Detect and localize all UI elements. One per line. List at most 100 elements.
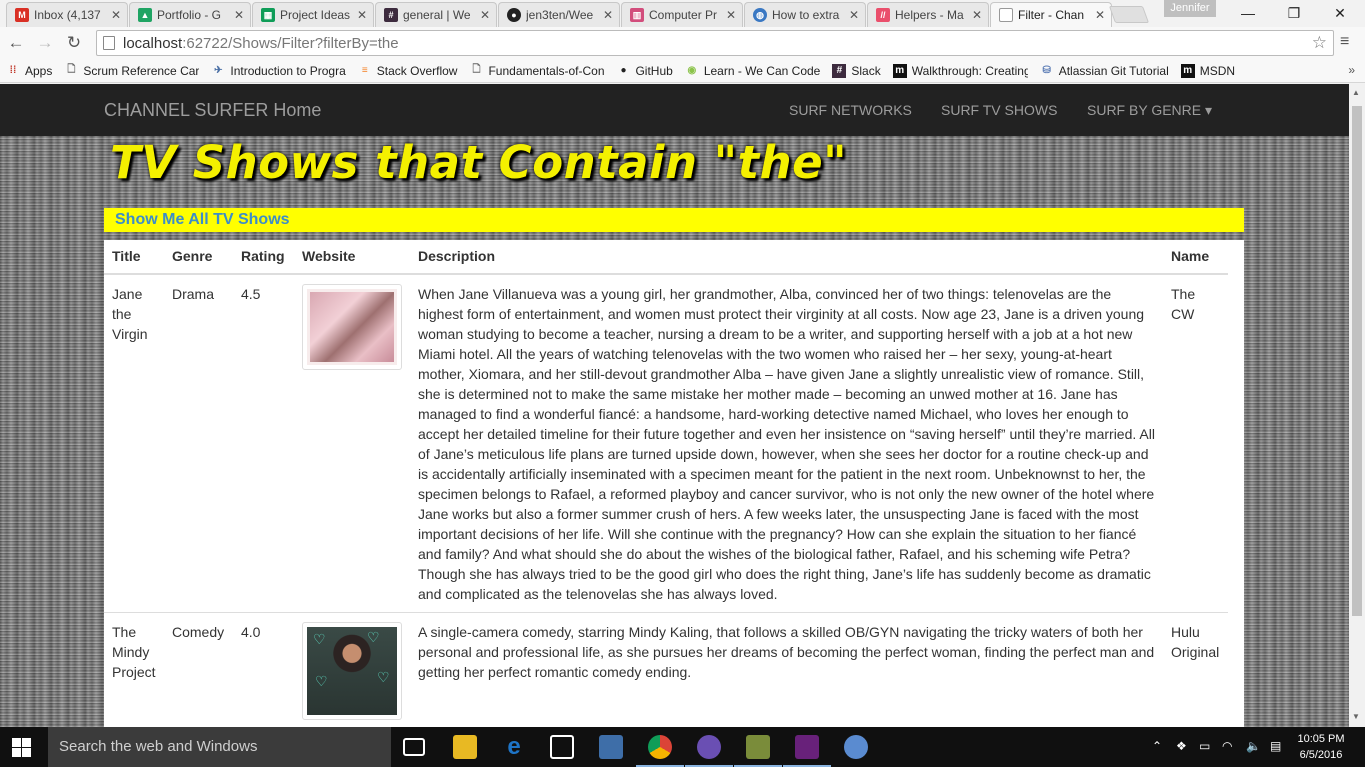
- page-title: TV Shows that Contain "the": [110, 136, 848, 189]
- table-row: The Mindy Project Comedy 4.0 ♡ ♡ ♡ ♡ A s…: [104, 612, 1228, 727]
- forward-button[interactable]: →: [34, 32, 56, 54]
- page-icon: 🗋: [67, 64, 76, 75]
- dropbox-icon[interactable]: ❖: [1176, 739, 1187, 753]
- notifications-icon[interactable]: ▤: [1270, 739, 1281, 753]
- plane-icon: ✈: [214, 65, 223, 76]
- visual-studio-icon[interactable]: [783, 735, 831, 767]
- close-icon[interactable]: ✕: [724, 8, 738, 22]
- chevron-up-icon[interactable]: ⌃: [1152, 739, 1162, 753]
- show-website-image[interactable]: ♡ ♡ ♡ ♡: [302, 622, 402, 720]
- bookmark-github[interactable]: ● GitHub: [616, 64, 672, 78]
- table-row: Jane the Virgin Drama 4.5 When Jane Vill…: [104, 274, 1228, 613]
- browser-tab[interactable]: M Inbox (4,137 ✕: [6, 2, 128, 27]
- jane-the-virgin-poster: [307, 289, 397, 365]
- nav-surf-by-genre-dropdown[interactable]: SURF BY GENRE ▾: [1087, 102, 1212, 119]
- profile-button[interactable]: Jennifer: [1164, 0, 1216, 17]
- page-scrollbar[interactable]: ▲ ▼: [1349, 84, 1365, 727]
- heart-icon: ♡: [377, 669, 390, 685]
- taskbar-search-input[interactable]: Search the web and Windows: [48, 727, 391, 767]
- browser-tab[interactable]: ▥ Computer Pr ✕: [621, 2, 743, 27]
- network-app-icon[interactable]: [599, 735, 623, 759]
- browser-tab[interactable]: ● jen3ten/Wee ✕: [498, 2, 620, 27]
- close-icon[interactable]: ✕: [109, 8, 123, 22]
- close-icon[interactable]: ✕: [355, 8, 369, 22]
- close-icon[interactable]: ✕: [847, 8, 861, 22]
- paint-icon[interactable]: [844, 735, 868, 759]
- bookmark-atlassian[interactable]: ⛁ Atlassian Git Tutorial: [1040, 64, 1168, 78]
- browser-menu-icon[interactable]: ≡: [1340, 33, 1349, 51]
- file-explorer-icon[interactable]: [453, 735, 477, 759]
- volume-icon[interactable]: 🔈: [1246, 739, 1261, 753]
- restore-button[interactable]: ❐: [1271, 0, 1317, 26]
- cell-rating: 4.0: [233, 612, 294, 727]
- app-purple-icon[interactable]: [685, 735, 733, 767]
- minimize-button[interactable]: —: [1225, 0, 1271, 26]
- reload-button[interactable]: ↻: [63, 32, 85, 54]
- header-name: Name: [1163, 240, 1228, 275]
- edge-icon[interactable]: e: [502, 733, 526, 760]
- browser-tab[interactable]: ▲ Portfolio - G ✕: [129, 2, 251, 27]
- bookmark-label: Stack Overflow: [376, 63, 458, 78]
- msdn-icon: m: [892, 63, 907, 78]
- tab-title: Inbox (4,137: [34, 8, 101, 22]
- bookmark-stackoverflow[interactable]: ≡ Stack Overflow: [358, 64, 458, 78]
- show-website-image[interactable]: [302, 284, 402, 370]
- bookmark-wecancode[interactable]: ◉ Learn - We Can Code: [685, 64, 820, 78]
- browser-tab[interactable]: # general | We ✕: [375, 2, 497, 27]
- windows-start-icon[interactable]: [12, 738, 31, 757]
- close-icon[interactable]: ✕: [970, 8, 984, 22]
- bookmark-slack[interactable]: # Slack: [832, 63, 881, 78]
- tab-title: jen3ten/Wee: [526, 8, 594, 22]
- cell-description: When Jane Villanueva was a young girl, h…: [410, 274, 1163, 613]
- bookmark-apps[interactable]: ⁞⁞ Apps: [6, 64, 53, 78]
- apps-grid-icon: ⁞⁞: [9, 65, 17, 76]
- heart-icon: ♡: [315, 673, 328, 689]
- tools-icon[interactable]: [734, 735, 782, 767]
- bookmarks-overflow-icon[interactable]: »: [1348, 63, 1355, 77]
- close-window-button[interactable]: ✕: [1317, 0, 1363, 26]
- tab-title: Filter - Chan: [1018, 8, 1085, 22]
- new-tab-button[interactable]: [1108, 6, 1150, 23]
- site-navbar: CHANNEL SURFER Home SURF NETWORKS SURF T…: [0, 84, 1349, 136]
- page-icon: 🗋: [472, 64, 481, 75]
- show-all-tv-shows-link[interactable]: Show Me All TV Shows: [115, 211, 290, 229]
- header-website: Website: [294, 240, 410, 275]
- bookmark-fundamentals[interactable]: 🗋 Fundamentals-of-Con: [469, 64, 604, 78]
- address-bar[interactable]: localhost:62722/Shows/Filter?filterBy=th…: [96, 30, 1334, 56]
- battery-icon[interactable]: ▭: [1199, 739, 1210, 753]
- bookmark-star-icon[interactable]: ☆: [1312, 33, 1327, 53]
- browser-tab[interactable]: ◍ How to extra ✕: [744, 2, 866, 27]
- bookmark-walkthrough[interactable]: m Walkthrough: Creating: [892, 63, 1028, 78]
- bookmark-msdn[interactable]: m MSDN: [1180, 63, 1235, 78]
- bookmark-intro-programming[interactable]: ✈ Introduction to Progra: [211, 63, 346, 78]
- bookmark-scrum[interactable]: 🗋 Scrum Reference Card: [64, 64, 199, 78]
- store-icon[interactable]: [550, 735, 574, 759]
- scrollbar-thumb[interactable]: [1352, 106, 1362, 616]
- chrome-icon[interactable]: [636, 735, 684, 767]
- tab-title: How to extra: [772, 8, 840, 22]
- cell-network: The CW: [1163, 274, 1228, 613]
- close-icon[interactable]: ✕: [1093, 8, 1107, 22]
- scroll-up-icon[interactable]: ▲: [1352, 88, 1360, 97]
- browser-tab[interactable]: // Helpers - Ma ✕: [867, 2, 989, 27]
- scroll-down-icon[interactable]: ▼: [1352, 712, 1360, 721]
- bookmark-label: Slack: [851, 63, 881, 78]
- wifi-icon[interactable]: ◠: [1222, 739, 1232, 753]
- taskbar-clock[interactable]: 10:05 PM 6/5/2016: [1296, 731, 1346, 763]
- close-icon[interactable]: ✕: [601, 8, 615, 22]
- browser-tab[interactable]: ▦ Project Ideas ✕: [252, 2, 374, 27]
- close-icon[interactable]: ✕: [478, 8, 492, 22]
- nav-surf-tv-shows[interactable]: SURF TV SHOWS: [941, 102, 1057, 118]
- browser-tab-active[interactable]: Filter - Chan ✕: [990, 2, 1112, 27]
- bookmark-label: Introduction to Progra: [230, 63, 346, 78]
- brand-link[interactable]: CHANNEL SURFER Home: [104, 100, 321, 121]
- show-all-banner: Show Me All TV Shows: [104, 208, 1244, 232]
- windows-taskbar: Search the web and Windows e ⌃ ❖ ▭ ◠ 🔈 ▤…: [0, 727, 1365, 767]
- clock-time: 10:05 PM: [1297, 733, 1345, 745]
- back-button[interactable]: ←: [5, 32, 27, 54]
- task-view-icon[interactable]: [403, 738, 425, 756]
- nav-surf-networks[interactable]: SURF NETWORKS: [789, 102, 912, 118]
- slack-hash-icon: #: [384, 8, 398, 22]
- close-icon[interactable]: ✕: [232, 8, 246, 22]
- bookmark-label: Fundamentals-of-Con: [488, 63, 605, 78]
